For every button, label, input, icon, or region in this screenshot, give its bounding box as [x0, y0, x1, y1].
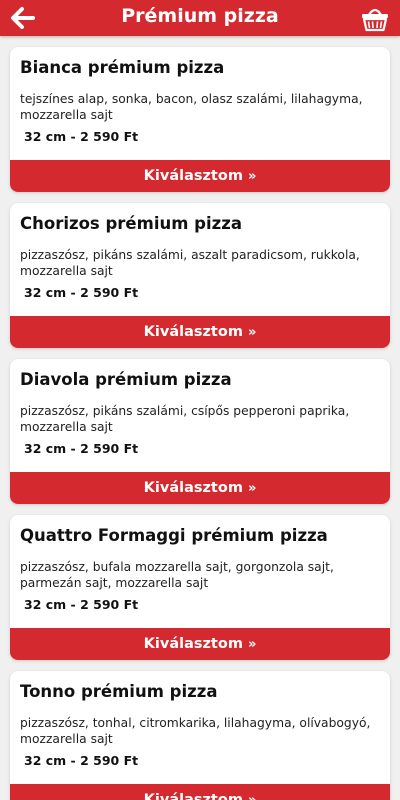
- double-chevron-right-icon: »: [248, 785, 256, 800]
- product-card: Tonno prémium pizza pizzaszósz, tonhal, …: [10, 671, 390, 800]
- select-button[interactable]: Kiválasztom »: [10, 160, 390, 192]
- product-price: 32 cm - 2 590 Ft: [24, 285, 139, 300]
- product-description: pizzaszósz, pikáns szalámi, csípős peppe…: [20, 404, 350, 434]
- double-chevron-right-icon: »: [247, 325, 257, 340]
- product-name: Bianca prémium pizza: [20, 58, 225, 77]
- product-price: 32 cm - 2 590 Ft: [24, 441, 139, 456]
- product-name: Chorizos prémium pizza: [20, 214, 242, 233]
- select-button[interactable]: Kiválasztom »: [10, 784, 390, 800]
- product-price: 32 cm - 2 590 Ft: [24, 753, 139, 768]
- double-chevron-right-icon: »: [247, 637, 257, 652]
- product-name: Diavola prémium pizza: [20, 370, 232, 389]
- select-button-label: Kiválasztom: [143, 792, 243, 800]
- select-button[interactable]: Kiválasztom »: [10, 472, 390, 504]
- product-description: pizzaszósz, pikáns szalámi, aszalt parad…: [20, 248, 360, 278]
- select-button-label: Kiválasztom: [143, 168, 243, 184]
- select-button-label: Kiválasztom: [143, 480, 243, 496]
- product-price: 32 cm - 2 590 Ft: [24, 597, 139, 612]
- product-price: 32 cm - 2 590 Ft: [24, 129, 139, 144]
- product-card: Bianca prémium pizza tejszínes alap, son…: [10, 47, 390, 192]
- select-button-label: Kiválasztom: [143, 636, 243, 652]
- product-list[interactable]: Bianca prémium pizza tejszínes alap, son…: [0, 36, 400, 800]
- select-button[interactable]: Kiválasztom »: [10, 628, 390, 660]
- app-header: Prémium pizza: [0, 0, 400, 36]
- product-description: pizzaszósz, bufala mozzarella sajt, gorg…: [20, 560, 334, 590]
- product-card: Diavola prémium pizza pizzaszósz, pikáns…: [10, 359, 390, 504]
- product-card: Quattro Formaggi prémium pizza pizzaszós…: [10, 515, 390, 660]
- double-chevron-right-icon: »: [247, 481, 257, 496]
- select-button-label: Kiválasztom: [143, 324, 243, 340]
- product-description: tejszínes alap, sonka, bacon, olasz szal…: [20, 92, 363, 122]
- double-chevron-right-icon: »: [247, 169, 257, 184]
- product-name: Tonno prémium pizza: [20, 682, 218, 701]
- page-title: Prémium pizza: [121, 5, 279, 27]
- select-button[interactable]: Kiválasztom »: [10, 316, 390, 348]
- product-name: Quattro Formaggi prémium pizza: [20, 526, 328, 545]
- product-description: pizzaszósz, tonhal, citromkarika, lilaha…: [20, 716, 371, 746]
- basket-icon[interactable]: [360, 3, 390, 33]
- product-card: Chorizos prémium pizza pizzaszósz, pikán…: [10, 203, 390, 348]
